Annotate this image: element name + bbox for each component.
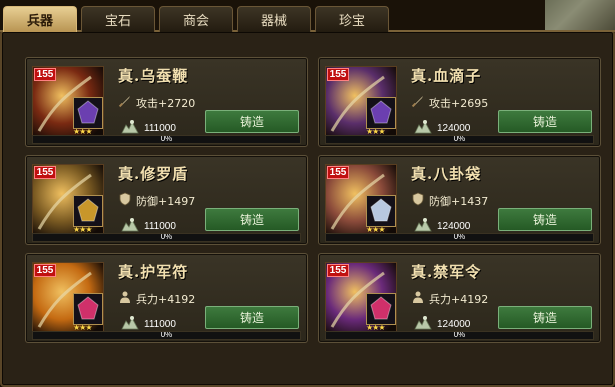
gem-slot[interactable] <box>73 97 103 129</box>
stat-value: 攻击+2695 <box>429 96 489 110</box>
tab-chamber[interactable]: 商会 <box>159 6 233 32</box>
stat-row: 防御+1497 <box>118 191 195 210</box>
stat-value: 防御+1437 <box>429 194 489 208</box>
item-card: 155 ★★★ 真.禁军令 兵力+4192 124000 铸造 0% <box>318 253 601 343</box>
level-badge: 155 <box>34 68 56 81</box>
item-name: 真.乌蚕鞭 <box>118 67 189 85</box>
stat-row: 兵力+4192 <box>411 289 488 308</box>
sword-icon <box>118 93 132 112</box>
tab-weapons[interactable]: 兵器 <box>3 6 77 32</box>
background-scenery <box>545 0 615 30</box>
forge-button[interactable]: 铸造 <box>205 208 299 231</box>
item-portrait[interactable]: 155 ★★★ <box>32 262 104 334</box>
cost-value: 124000 <box>437 220 471 232</box>
category-tabs: 兵器 宝石 商会 器械 珍宝 <box>3 6 389 32</box>
progress-bar: 0% <box>325 233 594 242</box>
item-portrait[interactable]: 155 ★★★ <box>325 262 397 334</box>
stat-value: 攻击+2720 <box>136 96 196 110</box>
progress-label: 0% <box>160 233 173 241</box>
shield-icon <box>411 191 425 210</box>
item-name: 真.修罗盾 <box>118 165 189 183</box>
forge-button[interactable]: 铸造 <box>205 306 299 329</box>
tab-treasures[interactable]: 珍宝 <box>315 6 389 32</box>
gem-slot[interactable] <box>73 195 103 227</box>
level-badge: 155 <box>327 68 349 81</box>
gem-slot[interactable] <box>73 293 103 325</box>
level-badge: 155 <box>34 264 56 277</box>
level-badge: 155 <box>34 166 56 179</box>
forge-button[interactable]: 铸造 <box>498 110 592 133</box>
item-card: 155 ★★★ 真.护军符 兵力+4192 111000 铸造 0% <box>25 253 308 343</box>
stat-row: 攻击+2720 <box>118 93 195 112</box>
forge-button[interactable]: 铸造 <box>498 306 592 329</box>
gem-icon <box>370 198 392 222</box>
item-grid: 155 ★★★ 真.乌蚕鞭 攻击+2720 111000 铸造 0% 155 ★… <box>25 57 601 343</box>
item-card: 155 ★★★ 真.乌蚕鞭 攻击+2720 111000 铸造 0% <box>25 57 308 147</box>
tab-gems[interactable]: 宝石 <box>81 6 155 32</box>
gem-icon <box>77 100 99 124</box>
cost-value: 111000 <box>144 220 176 232</box>
item-portrait[interactable]: 155 ★★★ <box>325 66 397 138</box>
item-portrait[interactable]: 155 ★★★ <box>325 164 397 236</box>
stat-value: 兵力+4192 <box>136 292 196 306</box>
shield-icon <box>118 191 132 210</box>
item-name: 真.禁军令 <box>411 263 482 281</box>
forge-button[interactable]: 铸造 <box>205 110 299 133</box>
cost-value: 111000 <box>144 318 176 330</box>
cost-value: 111000 <box>144 122 176 134</box>
gem-icon <box>370 100 392 124</box>
soldier-icon <box>411 289 425 308</box>
item-name: 真.血滴子 <box>411 67 482 85</box>
item-card: 155 ★★★ 真.血滴子 攻击+2695 124000 铸造 0% <box>318 57 601 147</box>
gem-icon <box>77 296 99 320</box>
item-card: 155 ★★★ 真.八卦袋 防御+1437 124000 铸造 0% <box>318 155 601 245</box>
item-name: 真.八卦袋 <box>411 165 482 183</box>
tab-machinery[interactable]: 器械 <box>237 6 311 32</box>
soldier-icon <box>118 289 132 308</box>
stat-row: 兵力+4192 <box>118 289 195 308</box>
gem-slot[interactable] <box>366 97 396 129</box>
cost-value: 124000 <box>437 318 471 330</box>
progress-label: 0% <box>453 233 466 241</box>
gem-slot[interactable] <box>366 195 396 227</box>
progress-bar: 0% <box>325 331 594 340</box>
sword-icon <box>411 93 425 112</box>
cost-value: 124000 <box>437 122 471 134</box>
progress-bar: 0% <box>325 135 594 144</box>
progress-bar: 0% <box>32 331 301 340</box>
level-badge: 155 <box>327 166 349 179</box>
stat-value: 兵力+4192 <box>429 292 489 306</box>
stat-row: 攻击+2695 <box>411 93 488 112</box>
progress-label: 0% <box>160 135 173 143</box>
progress-label: 0% <box>453 331 466 339</box>
progress-bar: 0% <box>32 233 301 242</box>
progress-bar: 0% <box>32 135 301 144</box>
item-portrait[interactable]: 155 ★★★ <box>32 66 104 138</box>
stat-value: 防御+1497 <box>136 194 196 208</box>
level-badge: 155 <box>327 264 349 277</box>
gem-slot[interactable] <box>366 293 396 325</box>
item-name: 真.护军符 <box>118 263 189 281</box>
gem-icon <box>77 198 99 222</box>
stat-row: 防御+1437 <box>411 191 488 210</box>
item-portrait[interactable]: 155 ★★★ <box>32 164 104 236</box>
item-card: 155 ★★★ 真.修罗盾 防御+1497 111000 铸造 0% <box>25 155 308 245</box>
gem-icon <box>370 296 392 320</box>
progress-label: 0% <box>160 331 173 339</box>
progress-label: 0% <box>453 135 466 143</box>
forge-button[interactable]: 铸造 <box>498 208 592 231</box>
